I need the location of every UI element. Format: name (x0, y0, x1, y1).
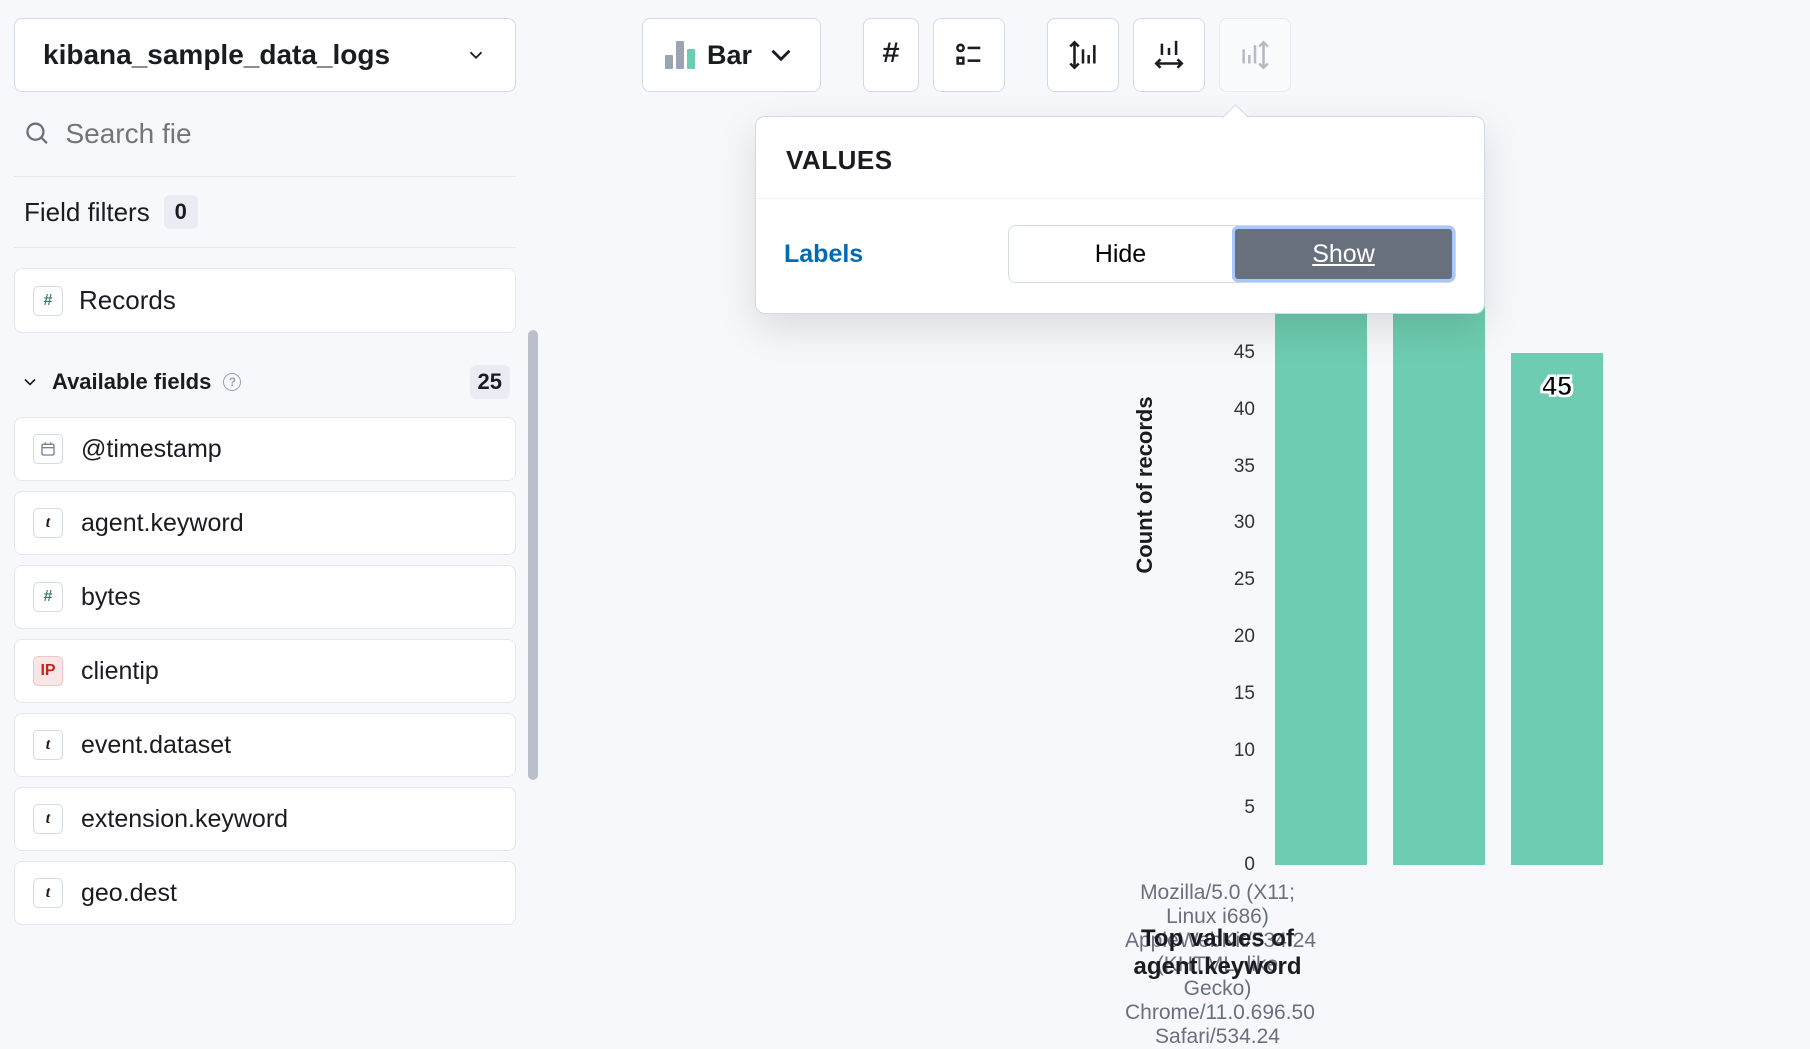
y-tick: 10 (1234, 740, 1255, 762)
ip-type-icon: IP (33, 656, 63, 686)
available-fields-list: @timestamp t agent.keyword # bytes IP clientip… (14, 417, 516, 925)
available-fields-header[interactable]: Available fields ? 25 (14, 365, 516, 399)
text-type-icon: t (33, 508, 63, 538)
y-tick: 40 (1234, 399, 1255, 421)
date-type-icon (33, 434, 63, 464)
field-filters-count-badge: 0 (164, 195, 198, 229)
chevron-down-icon (764, 38, 798, 72)
chart-type-label: Bar (707, 40, 752, 71)
chevron-down-icon (20, 372, 40, 392)
y-tick: 30 (1234, 512, 1255, 534)
field-item-label: event.dataset (81, 731, 231, 760)
field-item[interactable]: IP clientip (14, 639, 516, 703)
chart-y-axis-label: Count of records (1132, 396, 1158, 573)
field-item[interactable]: # bytes (14, 565, 516, 629)
field-filters-row[interactable]: Field filters 0 (14, 176, 516, 248)
field-item[interactable]: t geo.dest (14, 861, 516, 925)
axis-left-icon (1066, 38, 1100, 72)
records-item[interactable]: # Records (14, 268, 516, 333)
show-labels-button[interactable]: Show (1232, 226, 1455, 282)
axis-bottom-icon (1152, 38, 1186, 72)
legend-icon (952, 38, 986, 72)
left-axis-button[interactable] (1047, 18, 1119, 92)
visualization-panel: Bar # (530, 0, 1810, 992)
field-item[interactable]: @timestamp (14, 417, 516, 481)
text-type-icon: t (33, 730, 63, 760)
bar-chart-icon (665, 41, 695, 69)
number-type-icon: # (33, 582, 63, 612)
y-tick: 15 (1234, 683, 1255, 705)
field-item[interactable]: t extension.keyword (14, 787, 516, 851)
text-type-icon: t (33, 878, 63, 908)
hide-labels-button[interactable]: Hide (1009, 226, 1232, 282)
chevron-down-icon (465, 44, 487, 66)
fields-search-input[interactable] (65, 118, 516, 150)
right-axis-button[interactable] (1219, 18, 1291, 92)
bottom-axis-button[interactable] (1133, 18, 1205, 92)
index-pattern-label: kibana_sample_data_logs (43, 39, 390, 71)
labels-visibility-toggle: Hide Show (1008, 225, 1456, 283)
chart-type-selector[interactable]: Bar (642, 18, 821, 92)
y-tick: 20 (1234, 626, 1255, 648)
field-item-label: @timestamp (81, 435, 222, 464)
field-filters-label: Field filters (24, 197, 150, 228)
text-type-icon: t (33, 804, 63, 834)
fields-search-row (14, 118, 516, 150)
values-popover-title: VALUES (756, 117, 1484, 199)
available-fields-label: Available fields (52, 369, 211, 395)
field-item-label: extension.keyword (81, 805, 288, 834)
field-item[interactable]: t event.dataset (14, 713, 516, 777)
legend-toolbar-button[interactable] (933, 18, 1005, 92)
bar-value-label: 45 (1542, 371, 1572, 402)
field-item-label: clientip (81, 657, 159, 686)
y-tick: 0 (1244, 854, 1255, 876)
field-item-label: agent.keyword (81, 509, 244, 538)
chart-bar[interactable]: 45 (1511, 353, 1603, 865)
field-item-label: geo.dest (81, 879, 177, 908)
field-item-label: bytes (81, 583, 141, 612)
y-tick: 35 (1234, 456, 1255, 478)
axis-right-icon (1238, 38, 1272, 72)
number-type-icon: # (33, 286, 63, 316)
values-popover: VALUES Labels Hide Show (755, 116, 1485, 314)
y-tick: 25 (1234, 569, 1255, 591)
y-tick: 45 (1234, 342, 1255, 364)
records-label: Records (79, 285, 176, 316)
chart-toolbar: Bar # (530, 18, 1810, 92)
available-fields-count-badge: 25 (470, 365, 510, 399)
hash-icon: # (882, 38, 900, 72)
field-item[interactable]: t agent.keyword (14, 491, 516, 555)
fields-sidebar: kibana_sample_data_logs Field filters 0 … (0, 0, 530, 992)
index-pattern-selector[interactable]: kibana_sample_data_logs (14, 18, 516, 92)
labels-link[interactable]: Labels (784, 240, 863, 269)
y-tick: 5 (1244, 797, 1255, 819)
search-icon (24, 119, 51, 149)
chart-x-axis-label: Top values of agent.keyword (1125, 925, 1310, 981)
values-toolbar-button[interactable]: # (863, 18, 919, 92)
info-icon[interactable]: ? (223, 373, 241, 391)
